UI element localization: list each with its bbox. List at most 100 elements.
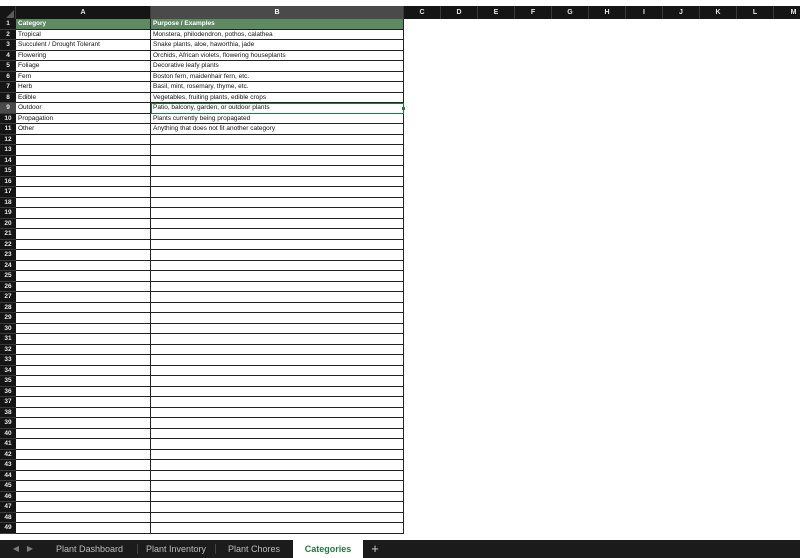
row-header[interactable]: 6 [0,71,16,82]
cell-purpose[interactable]: Snake plants, aloe, haworthia, jade [151,40,404,51]
cell-purpose[interactable] [151,376,404,387]
cell-purpose[interactable] [151,197,404,208]
cell-category[interactable] [16,334,151,345]
cell-category[interactable] [16,397,151,408]
cell-purpose[interactable] [151,134,404,145]
column-header-a[interactable]: A [16,6,151,19]
cell-purpose[interactable] [151,428,404,439]
cell-purpose[interactable] [151,407,404,418]
cell-category[interactable] [16,260,151,271]
column-header-h[interactable]: H [589,6,626,19]
cell-purpose[interactable]: Vegetables, fruiting plants, edible crop… [151,92,404,103]
row-header[interactable]: 17 [0,187,16,198]
row-header[interactable]: 4 [0,50,16,61]
cell-purpose[interactable] [151,271,404,282]
row-header[interactable]: 26 [0,281,16,292]
cell-purpose[interactable] [151,292,404,303]
row-header[interactable]: 47 [0,502,16,513]
row-header[interactable]: 12 [0,134,16,145]
column-header-k[interactable]: K [700,6,737,19]
row-header[interactable]: 44 [0,470,16,481]
cell-category[interactable]: Herb [16,82,151,93]
cell-category[interactable] [16,208,151,219]
header-cell-purpose[interactable]: Purpose / Examples [151,19,404,30]
row-header[interactable]: 46 [0,491,16,502]
column-header-l[interactable]: L [737,6,774,19]
row-header[interactable]: 15 [0,166,16,177]
cell-purpose[interactable]: Anything that does not fit another categ… [151,124,404,135]
cell-purpose[interactable]: Plants currently being propagated [151,113,404,124]
cell-category[interactable] [16,418,151,429]
row-header[interactable]: 29 [0,313,16,324]
cell-purpose[interactable] [151,166,404,177]
cell-purpose[interactable]: Decorative leafy plants [151,61,404,72]
cell-category[interactable] [16,407,151,418]
cell-purpose[interactable]: Monstera, philodendron, pothos, calathea [151,29,404,40]
cell-purpose[interactable] [151,386,404,397]
row-header[interactable]: 22 [0,239,16,250]
row-header[interactable]: 43 [0,460,16,471]
cell-purpose[interactable] [151,187,404,198]
cell-category[interactable] [16,239,151,250]
cell-purpose[interactable] [151,523,404,534]
sheet-tab-categories[interactable]: Categories [293,540,363,558]
cell-category[interactable] [16,355,151,366]
row-header[interactable]: 2 [0,29,16,40]
column-header-g[interactable]: G [552,6,589,19]
cell-purpose[interactable] [151,208,404,219]
cell-purpose[interactable] [151,145,404,156]
cell-category[interactable] [16,176,151,187]
cell-category[interactable]: Other [16,124,151,135]
cell-purpose[interactable]: Boston fern, maidenhair fern, etc. [151,71,404,82]
cell-category[interactable] [16,302,151,313]
cell-purpose[interactable] [151,281,404,292]
row-header[interactable]: 38 [0,407,16,418]
column-header-j[interactable]: J [663,6,700,19]
cell-category[interactable]: Propagation [16,113,151,124]
row-header[interactable]: 37 [0,397,16,408]
row-header[interactable]: 30 [0,323,16,334]
cell-category[interactable] [16,187,151,198]
column-header-c[interactable]: C [404,6,441,19]
cell-category[interactable]: Edible [16,92,151,103]
cell-category[interactable] [16,386,151,397]
cell-category[interactable] [16,439,151,450]
row-header[interactable]: 27 [0,292,16,303]
cell-purpose[interactable] [151,355,404,366]
row-header[interactable]: 48 [0,512,16,523]
cell-purpose[interactable] [151,302,404,313]
cell-category[interactable] [16,271,151,282]
cell-purpose[interactable] [151,418,404,429]
row-header[interactable]: 34 [0,365,16,376]
cell-purpose[interactable] [151,502,404,513]
cell-category[interactable]: Flowering [16,50,151,61]
row-header[interactable]: 1 [0,19,16,30]
cell-purpose[interactable] [151,397,404,408]
cell-category[interactable] [16,502,151,513]
cell-category[interactable] [16,449,151,460]
cell-category[interactable] [16,145,151,156]
row-header[interactable]: 8 [0,92,16,103]
column-header-m[interactable]: M [774,6,800,19]
sheet-tab-plant-chores[interactable]: Plant Chores [215,540,293,558]
row-header[interactable]: 23 [0,250,16,261]
row-header[interactable]: 25 [0,271,16,282]
cell-category[interactable] [16,281,151,292]
row-header[interactable]: 20 [0,218,16,229]
cell-purpose[interactable] [151,470,404,481]
cell-category[interactable] [16,470,151,481]
row-header[interactable]: 40 [0,428,16,439]
column-header-f[interactable]: F [515,6,552,19]
chevron-left-icon[interactable]: ◀ [10,543,22,555]
cell-category[interactable] [16,229,151,240]
row-header[interactable]: 33 [0,355,16,366]
cell-category[interactable] [16,344,151,355]
row-header[interactable]: 3 [0,40,16,51]
row-header[interactable]: 18 [0,197,16,208]
cell-category[interactable] [16,428,151,439]
cell-category[interactable] [16,460,151,471]
cell-purpose[interactable] [151,449,404,460]
cell-category[interactable] [16,218,151,229]
row-header[interactable]: 16 [0,176,16,187]
cell-purpose[interactable] [151,260,404,271]
